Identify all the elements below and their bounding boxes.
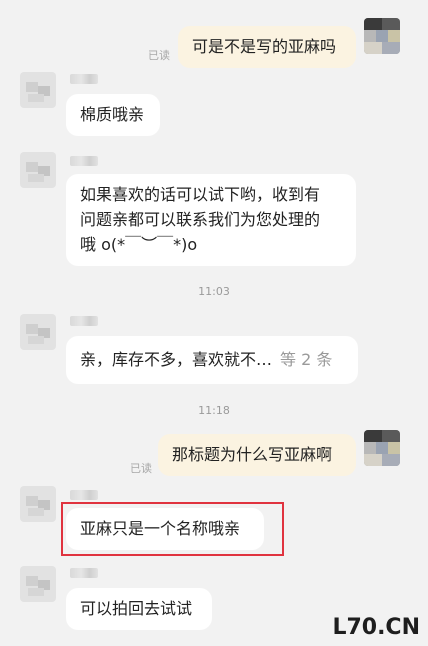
chat-bubble-incoming-collapsed[interactable]: 亲，库存不多，喜欢就不… 等 2 条 (66, 336, 358, 384)
chat-bubble-incoming-multiline[interactable]: 如果喜欢的话可以试下哟，收到有 问题亲都可以联系我们为您处理的 哦 o(*￣︶￣… (66, 174, 356, 266)
avatar-self[interactable] (364, 18, 400, 54)
avatar-self[interactable] (364, 430, 400, 466)
sender-name-blurred (70, 490, 98, 500)
read-status: 已读 (130, 462, 152, 475)
expand-more-link[interactable]: 等 2 条 (280, 350, 332, 369)
avatar-shop[interactable] (20, 566, 56, 602)
timestamp: 11:03 (198, 285, 230, 298)
message-line: 问题亲都可以联系我们为您处理的 (80, 210, 321, 229)
sender-name-blurred (70, 74, 98, 84)
avatar-shop[interactable] (20, 152, 56, 188)
sender-name-blurred (70, 316, 98, 326)
chat-bubble-outgoing[interactable]: 可是不是写的亚麻吗 (178, 26, 356, 68)
chat-bubble-incoming[interactable]: 棉质哦亲 (66, 94, 160, 136)
sender-name-blurred (70, 156, 98, 166)
message-line: 如果喜欢的话可以试下哟，收到有 (80, 185, 321, 204)
site-watermark: L70.CN (332, 615, 420, 640)
message-line: 哦 o(*￣︶￣*)o (80, 235, 198, 254)
chat-bubble-incoming[interactable]: 可以拍回去试试 (66, 588, 212, 630)
sender-name-blurred (70, 568, 98, 578)
avatar-shop[interactable] (20, 486, 56, 522)
avatar-shop[interactable] (20, 314, 56, 350)
red-highlight-box (61, 502, 284, 556)
chat-bubble-outgoing[interactable]: 那标题为什么写亚麻啊 (158, 434, 356, 476)
avatar-shop[interactable] (20, 72, 56, 108)
read-status: 已读 (148, 49, 170, 62)
message-preview: 亲，库存不多，喜欢就不… (80, 350, 273, 369)
timestamp: 11:18 (198, 404, 230, 417)
